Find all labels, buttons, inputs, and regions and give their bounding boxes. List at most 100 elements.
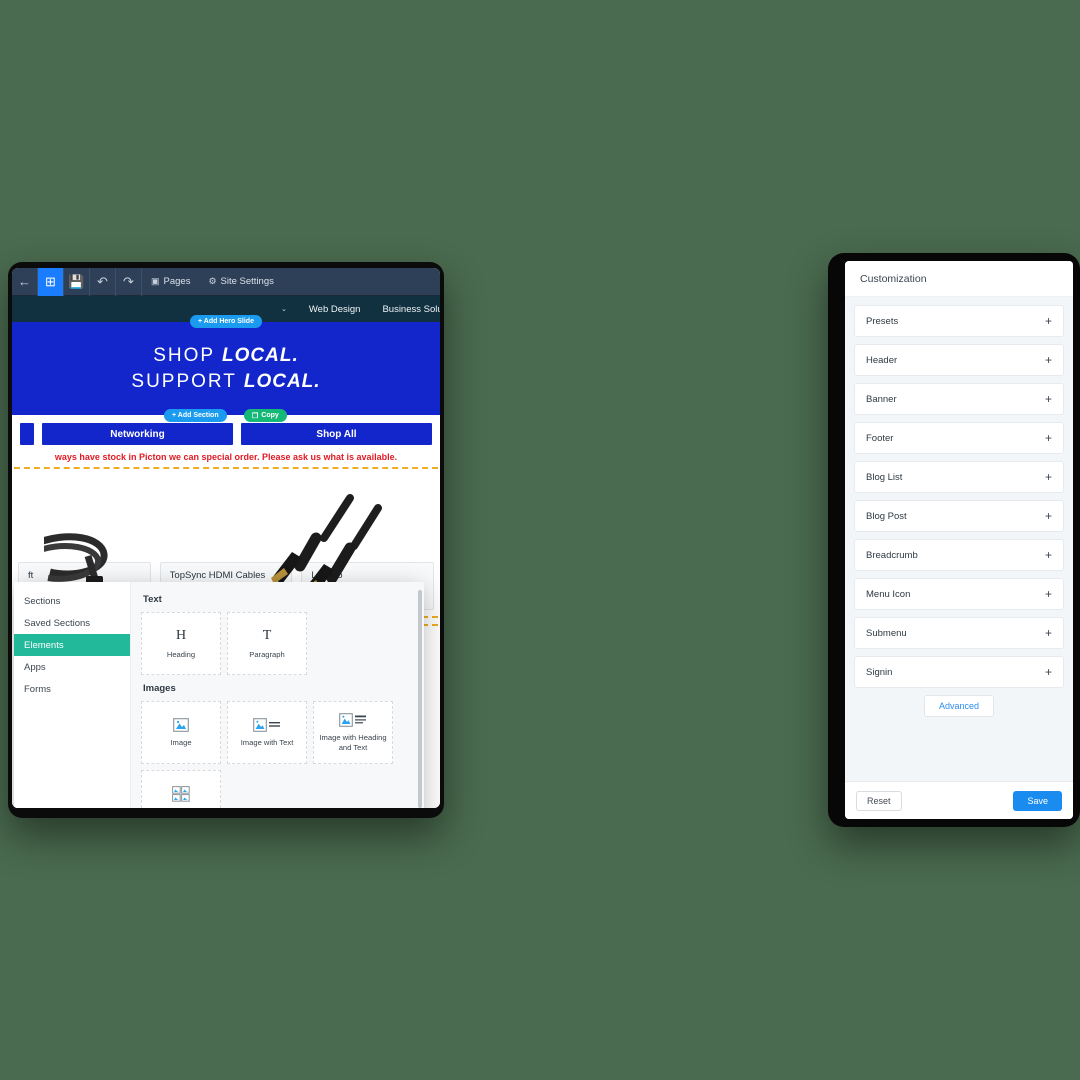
pages-label: Pages (163, 276, 191, 287)
pages-icon: ▣ (151, 276, 160, 286)
element-tile-image-with-heading-and-text[interactable]: Image with Heading and Text (313, 701, 393, 764)
hero-line2-plain: SUPPORT (131, 371, 244, 392)
customization-row-submenu[interactable]: Submenu + (854, 617, 1064, 649)
tile-label: Heading (166, 649, 196, 659)
customization-footer: Reset Save (845, 781, 1073, 819)
nav-item-web-design[interactable]: Web Design (298, 304, 372, 315)
laptop-device-frame: ← ⊞ 💾 ↶ ↷ ▣ Pages ⚙ Site Settings ⌄ Web … (8, 262, 444, 818)
redo-icon[interactable]: ↷ (116, 268, 142, 296)
pages-menu[interactable]: ▣ Pages (142, 268, 199, 296)
group-title-text: Text (143, 594, 162, 605)
heading-icon: H (175, 627, 187, 643)
customization-row-signin[interactable]: Signin + (854, 656, 1064, 688)
row-label: Presets (866, 315, 899, 327)
plus-icon: + (1044, 626, 1052, 640)
element-tile-image[interactable]: Image (141, 701, 221, 764)
back-icon[interactable]: ← (12, 268, 38, 296)
tile-group-text: H Heading T Paragraph (141, 612, 414, 675)
row-label: Menu Icon (866, 588, 911, 600)
element-tile-image-with-text[interactable]: Image with Text (227, 701, 307, 764)
hero-banner: + Add Hero Slide SHOP LOCAL. SUPPORT LOC… (12, 315, 440, 422)
site-settings-menu[interactable]: ⚙ Site Settings (199, 268, 282, 296)
plus-icon: + (1044, 548, 1052, 562)
nav-label-2: Business Solutions (382, 303, 440, 315)
screenshot-root: ← ⊞ 💾 ↶ ↷ ▣ Pages ⚙ Site Settings ⌄ Web … (0, 0, 1080, 1080)
sidebar-item-saved-sections[interactable]: Saved Sections (14, 612, 130, 634)
tablet-device-frame: Customization Presets + Header + Banner … (828, 253, 1080, 827)
customization-row-header[interactable]: Header + (854, 344, 1064, 376)
laptop-screen: ← ⊞ 💾 ↶ ↷ ▣ Pages ⚙ Site Settings ⌄ Web … (12, 268, 440, 808)
tile-label: Image (170, 737, 192, 747)
row-label: Header (866, 354, 898, 366)
group-title-images: Images (143, 683, 176, 694)
row-label: Blog List (866, 471, 903, 483)
builder-toolbar: ← ⊞ 💾 ↶ ↷ ▣ Pages ⚙ Site Settings (12, 268, 440, 296)
reset-button[interactable]: Reset (856, 790, 902, 811)
tablet-screen: Customization Presets + Header + Banner … (845, 261, 1073, 819)
element-tile-heading[interactable]: H Heading (141, 612, 221, 675)
customization-title: Customization (845, 261, 1073, 297)
undo-icon[interactable]: ↶ (90, 268, 116, 296)
tile-label: Image with Heading and Text (319, 733, 387, 752)
gear-icon: ⚙ (208, 276, 217, 286)
plus-icon: + (1044, 353, 1052, 367)
advanced-button-wrap: Advanced (854, 695, 1064, 717)
sidebar-item-elements[interactable]: Elements (14, 634, 130, 656)
copy-icon: ❐ (252, 412, 259, 420)
nav-item-0[interactable]: ⌄ (267, 305, 298, 313)
element-tile-paragraph[interactable]: T Paragraph (227, 612, 307, 675)
plus-icon: + (1044, 665, 1052, 679)
category-button-networking[interactable]: Networking (42, 423, 233, 445)
paragraph-icon: T (262, 627, 272, 643)
image-with-text-icon (253, 717, 280, 732)
hero-heading-line1: SHOP LOCAL. (153, 343, 299, 368)
elements-panel-content: Text H Heading T Paragraph Images Image … (131, 582, 424, 808)
elements-panel-tabs: Sections Saved Sections Elements Apps Fo… (14, 582, 131, 808)
customization-row-footer[interactable]: Footer + (854, 422, 1064, 454)
category-button-shop-all[interactable]: Shop All (241, 423, 432, 445)
row-label: Submenu (866, 627, 907, 639)
elements-panel: Sections Saved Sections Elements Apps Fo… (14, 582, 424, 808)
plus-icon: + (1044, 509, 1052, 523)
customization-row-blog-list[interactable]: Blog List + (854, 461, 1064, 493)
plus-icon: + (1044, 314, 1052, 328)
sidebar-item-sections[interactable]: Sections (14, 590, 130, 612)
row-label: Banner (866, 393, 897, 405)
photo-album-icon (172, 785, 190, 802)
hero-line2-bold: LOCAL. (243, 371, 321, 392)
add-section-button[interactable]: + Add Section (164, 409, 227, 422)
site-settings-label: Site Settings (220, 276, 274, 287)
add-icon[interactable]: ⊞ (38, 268, 64, 296)
advanced-button[interactable]: Advanced (923, 695, 995, 717)
plus-icon: + (1044, 587, 1052, 601)
element-tile-photo-album[interactable]: Photo Album (141, 770, 221, 808)
copy-section-button[interactable]: ❐ Copy (244, 409, 287, 422)
copy-label: Copy (261, 412, 279, 419)
customization-row-banner[interactable]: Banner + (854, 383, 1064, 415)
save-icon[interactable]: 💾 (64, 268, 90, 296)
image-icon (173, 717, 189, 732)
customization-row-presets[interactable]: Presets + (854, 305, 1064, 337)
category-button-0[interactable] (20, 423, 34, 445)
category-button-row: Networking Shop All (12, 415, 440, 445)
sidebar-item-forms[interactable]: Forms (14, 678, 130, 700)
row-label: Breadcrumb (866, 549, 918, 561)
panel-scrollbar[interactable] (418, 590, 422, 808)
hero-heading-line2: SUPPORT LOCAL. (131, 369, 320, 394)
stock-notice-text: ways have stock in Picton we can special… (54, 452, 398, 462)
row-label: Signin (866, 666, 893, 678)
customization-row-menu-icon[interactable]: Menu Icon + (854, 578, 1064, 610)
hero-line1-bold: LOCAL. (222, 344, 299, 366)
plus-icon: + (1044, 470, 1052, 484)
customization-section-list: Presets + Header + Banner + Footer + Blo… (845, 297, 1073, 781)
sidebar-item-apps[interactable]: Apps (14, 656, 130, 678)
customization-row-blog-post[interactable]: Blog Post + (854, 500, 1064, 532)
hero-line1-plain: SHOP (153, 344, 223, 366)
tile-label: Image with Text (240, 737, 294, 747)
save-button[interactable]: Save (1013, 790, 1062, 811)
plus-icon: + (1044, 392, 1052, 406)
add-hero-slide-button[interactable]: + Add Hero Slide (190, 315, 262, 328)
customization-row-breadcrumb[interactable]: Breadcrumb + (854, 539, 1064, 571)
nav-item-business-solutions[interactable]: Business Solutions (371, 304, 440, 315)
plus-icon: + (1044, 431, 1052, 445)
